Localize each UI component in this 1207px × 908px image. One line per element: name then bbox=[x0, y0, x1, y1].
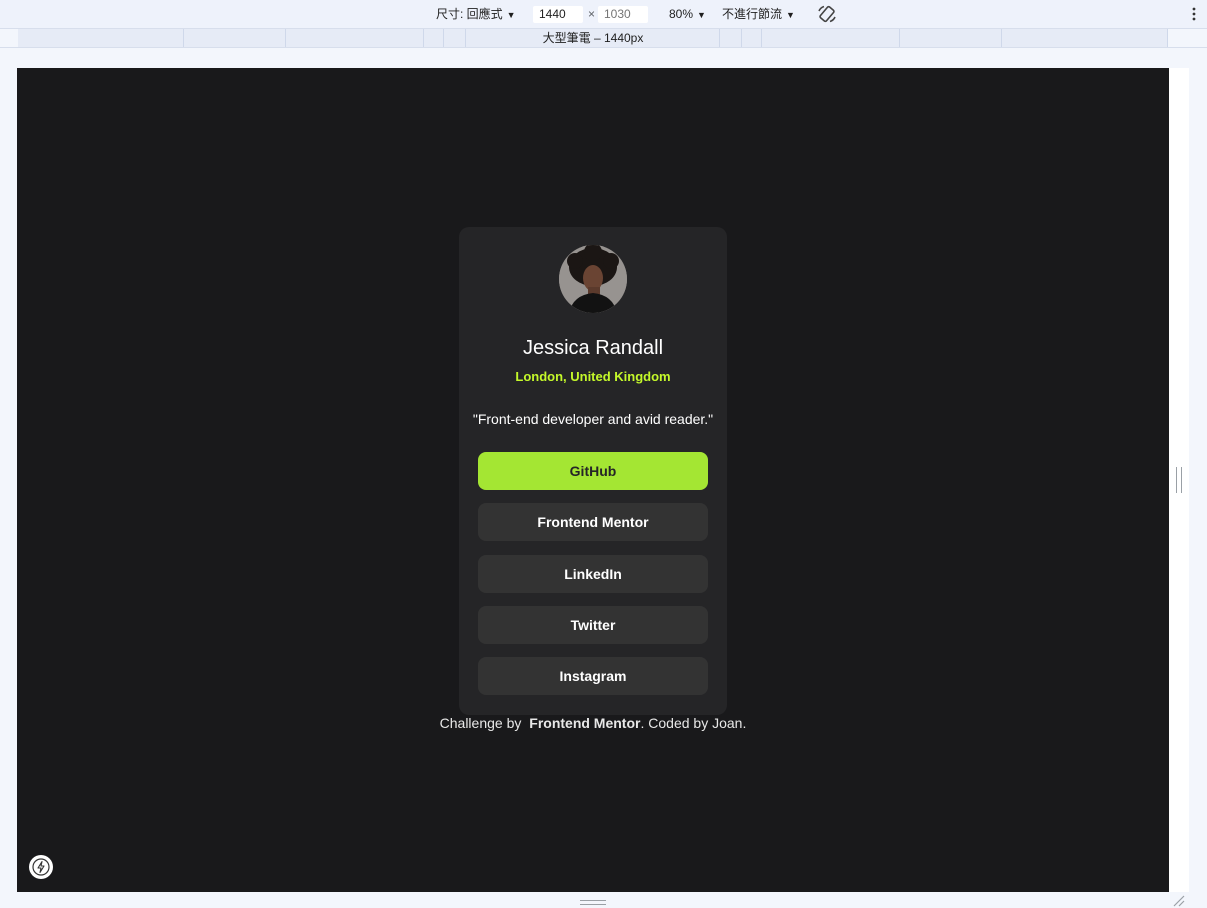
github-link-button[interactable]: GitHub bbox=[478, 452, 708, 490]
throttle-dropdown[interactable]: 不進行節流 ▼ bbox=[722, 0, 795, 28]
throttle-chevron-down-icon: ▼ bbox=[786, 10, 795, 20]
avatar bbox=[559, 245, 627, 313]
zoom-dropdown[interactable]: 80% ▼ bbox=[669, 0, 706, 28]
device-toolbar: 尺寸: 回應式▼ × 80%▼ 不進行節流▼ bbox=[0, 0, 1207, 29]
profile-name: Jessica Randall bbox=[522, 337, 664, 359]
twitter-link-button[interactable]: Twitter bbox=[478, 606, 708, 644]
kebab-menu-icon[interactable] bbox=[1189, 7, 1199, 21]
bolt-button[interactable] bbox=[29, 855, 53, 879]
attribution-prefix: Challenge by bbox=[439, 715, 526, 731]
page-viewport: Jessica Randall London, United Kingdom "… bbox=[17, 68, 1169, 892]
profile-location: London, United Kingdom bbox=[515, 369, 671, 384]
avatar-portrait-image bbox=[559, 245, 627, 313]
right-resize-handle[interactable] bbox=[1176, 467, 1182, 493]
zoom-label: 80% bbox=[669, 7, 694, 21]
linkedin-link-button[interactable]: LinkedIn bbox=[478, 555, 708, 593]
bottom-resize-handle[interactable] bbox=[580, 900, 606, 905]
dimensions-chevron-down-icon: ▼ bbox=[506, 10, 516, 20]
throttle-label: 不進行節流 bbox=[722, 7, 783, 21]
media-query-label: 大型筆電 – 1440px bbox=[542, 31, 644, 45]
width-input[interactable] bbox=[533, 6, 583, 23]
media-query-bar: 大型筆電 – 1440px bbox=[0, 29, 1207, 48]
zoom-chevron-down-icon: ▼ bbox=[697, 10, 706, 20]
dimensions-dropdown[interactable]: 尺寸: 回應式 ▼ bbox=[436, 0, 516, 28]
lightning-icon bbox=[32, 858, 50, 876]
frontend-mentor-link-button[interactable]: Frontend Mentor bbox=[478, 503, 708, 541]
dimensions-label: 尺寸: 回應式 bbox=[436, 7, 503, 21]
corner-resize-grip-icon[interactable] bbox=[1172, 895, 1186, 907]
height-input[interactable] bbox=[598, 6, 648, 23]
attribution-footer: Challenge by Frontend Mentor. Coded by J… bbox=[17, 715, 1169, 731]
frontend-mentor-link[interactable]: Frontend Mentor bbox=[529, 715, 640, 731]
rotate-icon[interactable] bbox=[816, 4, 838, 24]
dimension-separator: × bbox=[588, 7, 596, 21]
instagram-link-button[interactable]: Instagram bbox=[478, 657, 708, 695]
profile-bio: "Front-end developer and avid reader." bbox=[472, 411, 714, 427]
profile-card: Jessica Randall London, United Kingdom "… bbox=[459, 227, 727, 715]
attribution-suffix: . Coded by Joan. bbox=[640, 715, 747, 731]
